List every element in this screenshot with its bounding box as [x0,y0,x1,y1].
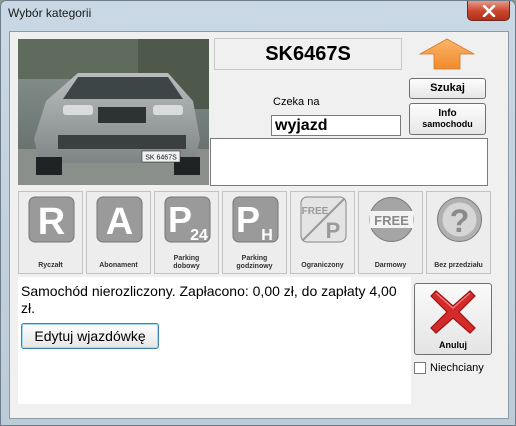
notes-box[interactable] [210,138,488,186]
info-button-label-line1: Info [438,108,457,119]
category-label-line1: Parking [241,255,268,262]
cat-sub: 24 [190,227,208,243]
payment-status: Samochód nierozliczony. Zapłacono: 0,00 … [21,283,397,316]
category-abonament[interactable]: A Abonament [86,191,151,274]
free-parking-limited-icon: FREE P [300,196,347,243]
category-bez-przedzialu[interactable]: ? Bez przedziału [426,191,491,274]
vehicle-photo: SK 6467S [18,39,209,185]
arrow-up-icon[interactable] [419,38,475,70]
category-label-line1: Parking [173,255,200,262]
cat-glyph: FREE [302,206,329,217]
waiting-field[interactable]: wyjazd [271,115,401,136]
category-ryczalt[interactable]: R Ryczałt [18,191,83,274]
cat-glyph: A [106,201,133,243]
unwanted-label: Niechciany [430,362,484,374]
cat-glyph: FREE [374,213,409,228]
category-label-line2: dobowy [173,263,200,270]
category-parking-godzinowy[interactable]: P H Parking godzinowy [222,191,287,274]
info-button-label-line2: samochodu [422,119,473,129]
cat-glyph: P [236,199,260,240]
license-plate-display: SK6467S [214,38,402,70]
category-label: Darmowy [374,262,407,269]
window-close-button[interactable] [467,1,510,21]
a-letter-icon: A [96,196,143,243]
category-darmowy[interactable]: FREE Darmowy [358,191,423,274]
category-parking-dobowy[interactable]: P 24 Parking dobowy [154,191,219,274]
photo-plate-text: SK 6467S [145,155,177,162]
category-label-line2: godzinowy [236,263,273,270]
unwanted-checkbox-row[interactable]: Niechciany [414,361,484,375]
category-bar: R Ryczałt A Abonament P 24 Parking dobow… [18,191,493,274]
category-ograniczony[interactable]: FREE P Ograniczony [290,191,355,274]
edit-entry-ticket-button[interactable]: Edytuj wjazdówkę [21,323,159,349]
cancel-button[interactable]: Anuluj [414,283,492,355]
category-label: Ograniczony [301,262,344,269]
category-label: Abonament [99,262,138,269]
cat-sub: P [326,218,341,243]
waiting-label: Czeka na [273,96,320,108]
cat-glyph: ? [450,203,470,239]
cancel-x-icon [430,290,476,334]
close-icon [482,4,495,17]
category-label: Parking godzinowy [223,255,286,271]
unwanted-checkbox[interactable] [414,362,426,374]
search-button[interactable]: Szukaj [409,78,486,99]
free-icon: FREE [369,197,414,242]
r-letter-icon: R [28,196,75,243]
vehicle-info-button[interactable]: Info samochodu [409,103,486,135]
dialog-body: SK 6467S SK6467S Szukaj Info samochodu C… [9,31,509,419]
cat-glyph: P [168,199,192,240]
category-dialog: Wybór kategorii SK 6467S SK6467S Szukaj … [0,0,516,426]
cat-glyph: R [38,201,65,243]
window-title: Wybór kategorii [8,6,92,20]
question-icon: ? [437,197,482,242]
cancel-label: Anuluj [439,340,467,350]
category-label: Parking dobowy [155,255,218,271]
parking-24-icon: P 24 [164,196,211,243]
title-bar: Wybór kategorii [1,1,515,29]
cat-sub: H [261,227,273,243]
category-label: Ryczałt [38,262,63,269]
parking-hourly-icon: P H [232,196,279,243]
category-label: Bez przedziału [434,262,483,269]
